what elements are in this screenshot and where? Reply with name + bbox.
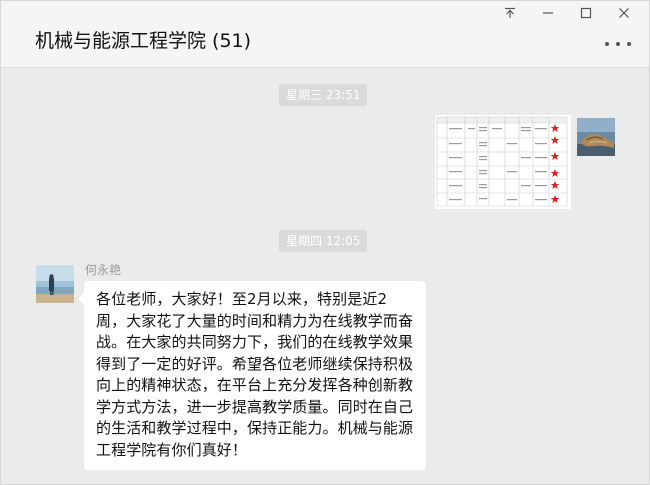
timestamp: 星期三 23:51 [279, 84, 368, 106]
avatar-image [577, 118, 615, 156]
image-message-thumbnail[interactable] [435, 115, 571, 209]
avatar[interactable] [36, 265, 74, 303]
spreadsheet-thumbnail-image [435, 115, 571, 209]
pin-icon[interactable] [491, 1, 529, 25]
maximize-icon[interactable] [567, 1, 605, 25]
chat-window: 机械与能源工程学院 (51) 星期三 23:51 星期四 12:05 何永艳 各… [0, 0, 650, 485]
message-bubble[interactable]: 各位老师，大家好！至2月以来，特别是近2周，大家花了大量的时间和精力为在线教学而… [78, 281, 426, 470]
message-text: 各位老师，大家好！至2月以来，特别是近2周，大家花了大量的时间和精力为在线教学而… [96, 290, 414, 459]
message-list[interactable]: 星期三 23:51 星期四 12:05 何永艳 各位老师，大家好！至2月以来，特… [1, 68, 649, 484]
more-options-button[interactable] [605, 37, 631, 51]
close-icon[interactable] [605, 1, 643, 25]
more-dot-icon [616, 42, 620, 46]
more-dot-icon [627, 42, 631, 46]
minimize-icon[interactable] [529, 1, 567, 25]
window-controls [491, 1, 643, 25]
sender-name: 何永艳 [85, 263, 122, 277]
title-bar: 机械与能源工程学院 (51) [1, 1, 649, 68]
avatar[interactable] [577, 118, 615, 156]
avatar-image [36, 265, 74, 303]
timestamp: 星期四 12:05 [279, 230, 368, 252]
chat-title: 机械与能源工程学院 (51) [35, 30, 252, 52]
more-dot-icon [605, 42, 609, 46]
